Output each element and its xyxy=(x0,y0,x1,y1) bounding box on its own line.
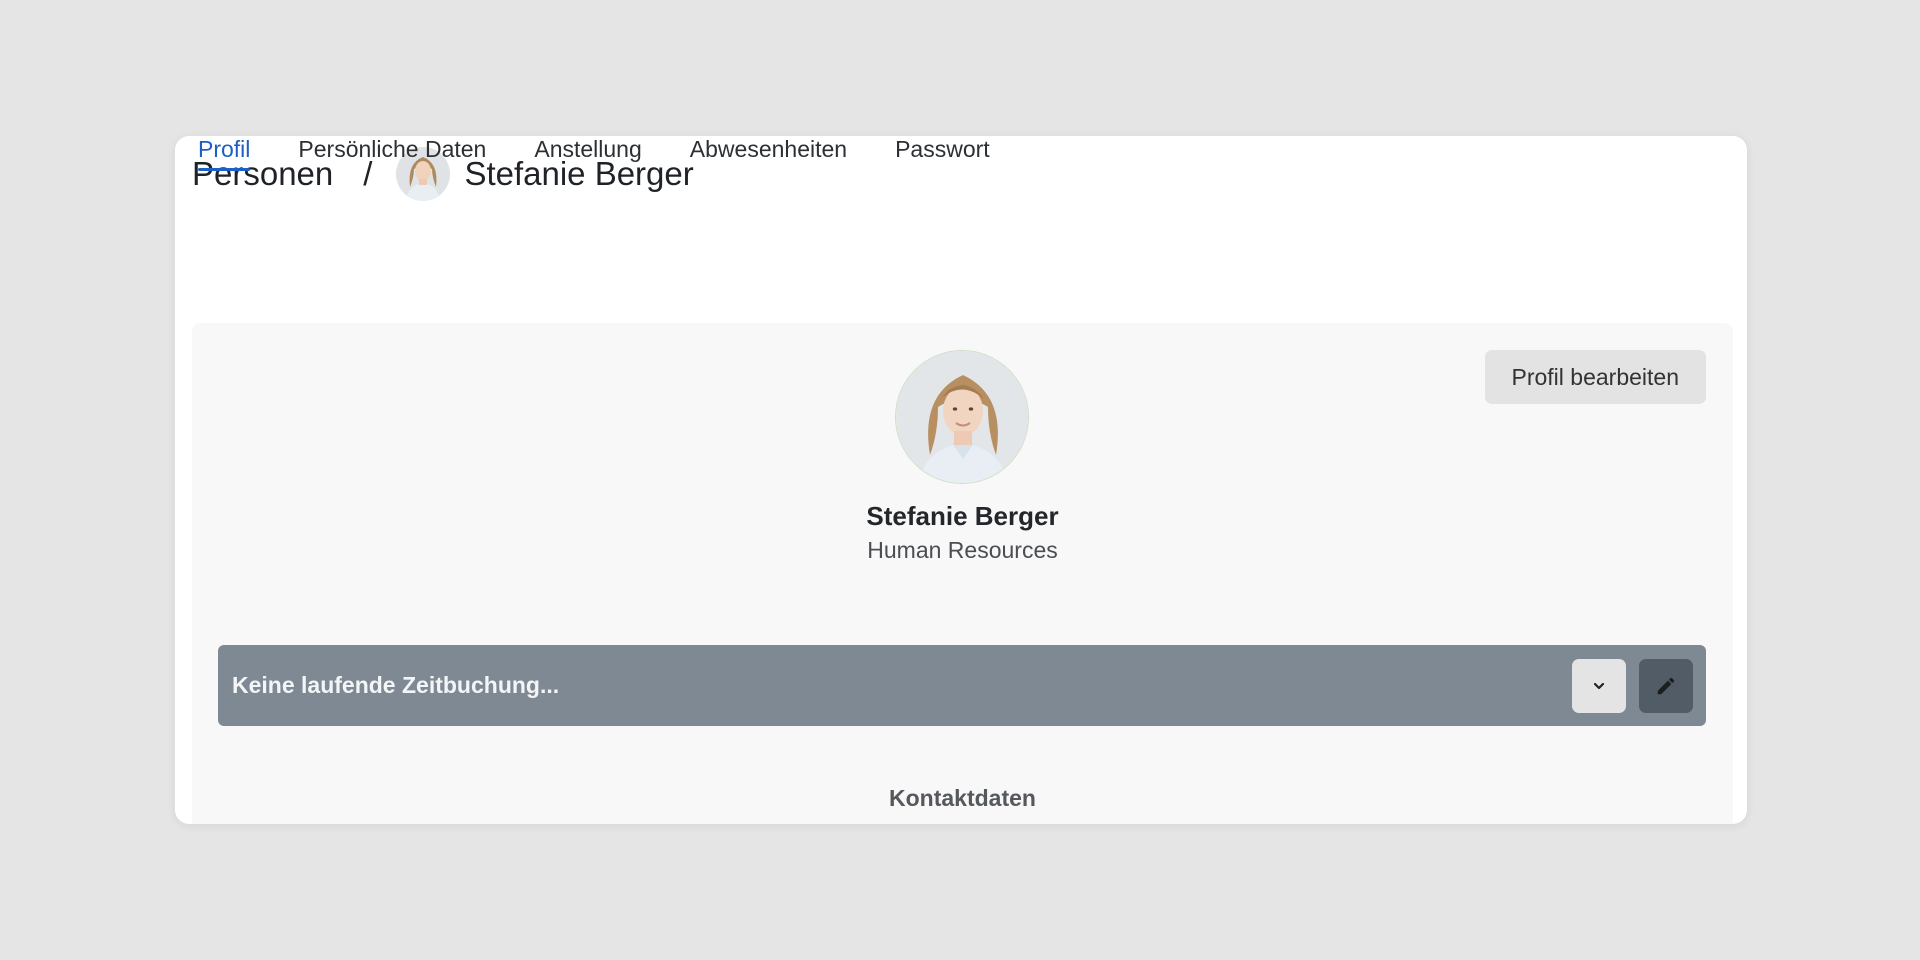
profile-avatar xyxy=(895,350,1029,484)
profile-panel: Profil bearbeiten Stefanie Berger Human … xyxy=(192,323,1733,824)
time-tracking-dropdown-button[interactable] xyxy=(1572,658,1626,713)
tab-persoenliche-daten[interactable]: Persönliche Daten xyxy=(298,136,486,171)
profile-department: Human Resources xyxy=(867,537,1058,563)
tab-passwort[interactable]: Passwort xyxy=(895,136,990,171)
tab-bar: Profil Persönliche Daten Anstellung Abwe… xyxy=(198,136,1038,171)
pencil-icon xyxy=(1657,677,1675,694)
time-tracking-status: Keine laufende Zeitbuchung... xyxy=(232,672,560,698)
time-tracking-bar: Keine laufende Zeitbuchung... xyxy=(218,645,1706,726)
profile-photo-icon xyxy=(896,351,1028,483)
tab-profil[interactable]: Profil xyxy=(198,136,251,171)
profile-name: Stefanie Berger xyxy=(866,501,1059,531)
chevron-down-icon xyxy=(1593,682,1605,689)
profile-card: Personen / Stefanie Berger Profil Persön… xyxy=(175,136,1747,824)
time-tracking-edit-button[interactable] xyxy=(1639,658,1693,713)
edit-profile-button[interactable]: Profil bearbeiten xyxy=(1484,350,1706,404)
tab-abwesenheiten[interactable]: Abwesenheiten xyxy=(690,136,847,171)
contact-section-title: Kontaktdaten xyxy=(889,785,1036,811)
tab-anstellung[interactable]: Anstellung xyxy=(534,136,641,171)
